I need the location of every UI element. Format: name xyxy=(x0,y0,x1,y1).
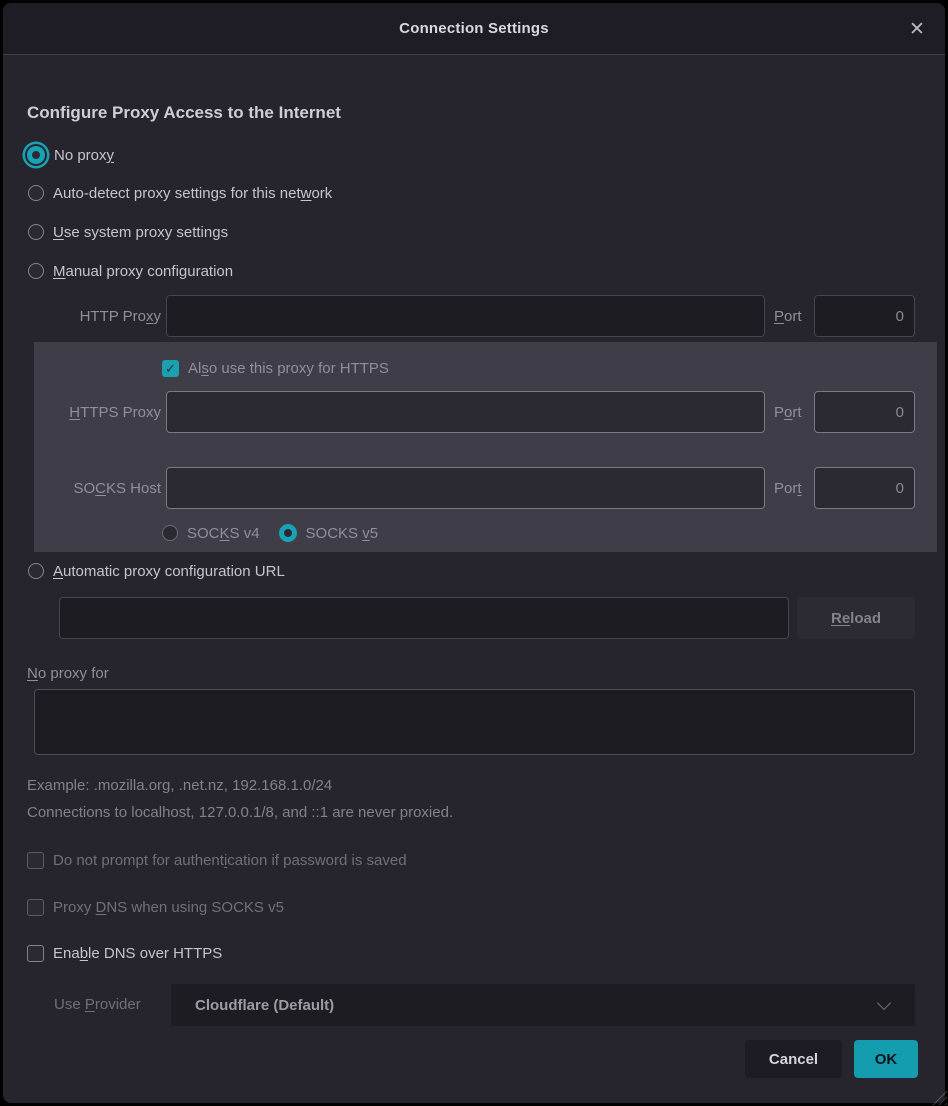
close-icon: ✕ xyxy=(909,18,925,41)
example-text: Example: .mozilla.org, .net.nz, 192.168.… xyxy=(27,772,332,798)
http-proxy-input[interactable] xyxy=(166,295,765,337)
cancel-button[interactable]: Cancel xyxy=(745,1040,842,1078)
provider-dropdown[interactable]: Cloudflare (Default) xyxy=(171,984,915,1026)
connection-settings-dialog: Connection Settings ✕ Configure Proxy Ac… xyxy=(3,3,945,1103)
socks-v5-label[interactable]: SOCKS v5 xyxy=(306,525,379,542)
manual-proxy-radio[interactable] xyxy=(28,263,44,279)
socks-version-row: SOCKS v4 SOCKS v5 xyxy=(162,520,378,546)
https-port-label: Port xyxy=(774,404,806,421)
dialog-title: Connection Settings xyxy=(399,20,549,37)
auto-url-label[interactable]: Automatic proxy configuration URL xyxy=(53,563,285,580)
auto-url-radio[interactable] xyxy=(28,563,44,579)
socks-host-input[interactable] xyxy=(166,467,765,509)
no-auth-prompt-row[interactable]: Do not prompt for authentication if pass… xyxy=(27,847,407,873)
http-port-input[interactable] xyxy=(814,295,915,337)
radio-row-manual[interactable]: Manual proxy configuration xyxy=(28,258,233,284)
radio-row-use-system[interactable]: Use system proxy settings xyxy=(28,219,228,245)
radio-row-no-proxy[interactable]: No proxy xyxy=(27,142,114,168)
auto-url-input[interactable] xyxy=(59,597,789,639)
provider-label: Use Provider xyxy=(54,996,141,1013)
check-icon: ✓ xyxy=(165,362,176,375)
https-proxy-label: HTTPS Proxy xyxy=(27,404,161,421)
dialog-titlebar: Connection Settings ✕ xyxy=(3,3,945,55)
enable-doh-label[interactable]: Enable DNS over HTTPS xyxy=(53,945,222,962)
socks-host-row: SOCKS Host Port xyxy=(27,467,915,509)
socks-v5-radio[interactable] xyxy=(279,524,297,542)
no-auth-prompt-label[interactable]: Do not prompt for authentication if pass… xyxy=(53,852,407,869)
https-proxy-row: HTTPS Proxy Port xyxy=(27,391,915,433)
http-proxy-row: HTTP Proxy Port xyxy=(27,295,915,337)
socks-host-label: SOCKS Host xyxy=(27,480,161,497)
proxy-dns-row[interactable]: Proxy DNS when using SOCKS v5 xyxy=(27,894,284,920)
auto-detect-radio[interactable] xyxy=(28,185,44,201)
close-button[interactable]: ✕ xyxy=(903,15,931,43)
socks-port-input[interactable] xyxy=(814,467,915,509)
also-https-checkbox[interactable]: ✓ xyxy=(162,360,179,377)
page-title: Configure Proxy Access to the Internet xyxy=(27,103,341,123)
reload-button[interactable]: Reload xyxy=(797,597,915,639)
ok-button[interactable]: OK xyxy=(854,1040,918,1078)
localhost-note: Connections to localhost, 127.0.0.1/8, a… xyxy=(27,799,453,825)
auto-detect-label[interactable]: Auto-detect proxy settings for this netw… xyxy=(53,185,332,202)
no-proxy-for-textarea[interactable] xyxy=(34,689,915,755)
proxy-dns-label[interactable]: Proxy DNS when using SOCKS v5 xyxy=(53,899,284,916)
also-https-label[interactable]: Also use this proxy for HTTPS xyxy=(188,360,389,377)
no-proxy-for-row: No proxy for xyxy=(27,660,109,686)
provider-label-row: Use Provider xyxy=(54,991,141,1017)
socks-v4-label[interactable]: SOCKS v4 xyxy=(187,525,260,542)
radio-row-auto-url[interactable]: Automatic proxy configuration URL xyxy=(28,558,285,584)
enable-doh-row[interactable]: Enable DNS over HTTPS xyxy=(27,940,222,966)
enable-doh-checkbox[interactable] xyxy=(27,945,44,962)
chevron-down-icon xyxy=(877,995,891,1009)
no-proxy-radio[interactable] xyxy=(27,146,45,164)
http-proxy-label: HTTP Proxy xyxy=(27,308,161,325)
proxy-dns-checkbox[interactable] xyxy=(27,899,44,916)
no-proxy-label[interactable]: No proxy xyxy=(54,147,114,164)
http-port-label: Port xyxy=(774,308,806,325)
no-proxy-for-label: No proxy for xyxy=(27,665,109,682)
https-port-input[interactable] xyxy=(814,391,915,433)
use-system-label[interactable]: Use system proxy settings xyxy=(53,224,228,241)
socks-v4-radio[interactable] xyxy=(162,525,178,541)
use-system-radio[interactable] xyxy=(28,224,44,240)
also-https-row[interactable]: ✓ Also use this proxy for HTTPS xyxy=(162,355,389,381)
radio-row-auto-detect[interactable]: Auto-detect proxy settings for this netw… xyxy=(28,180,332,206)
no-auth-prompt-checkbox[interactable] xyxy=(27,852,44,869)
manual-proxy-label[interactable]: Manual proxy configuration xyxy=(53,263,233,280)
https-proxy-input[interactable] xyxy=(166,391,765,433)
socks-port-label: Port xyxy=(774,480,806,497)
provider-selected-value: Cloudflare (Default) xyxy=(195,997,334,1014)
